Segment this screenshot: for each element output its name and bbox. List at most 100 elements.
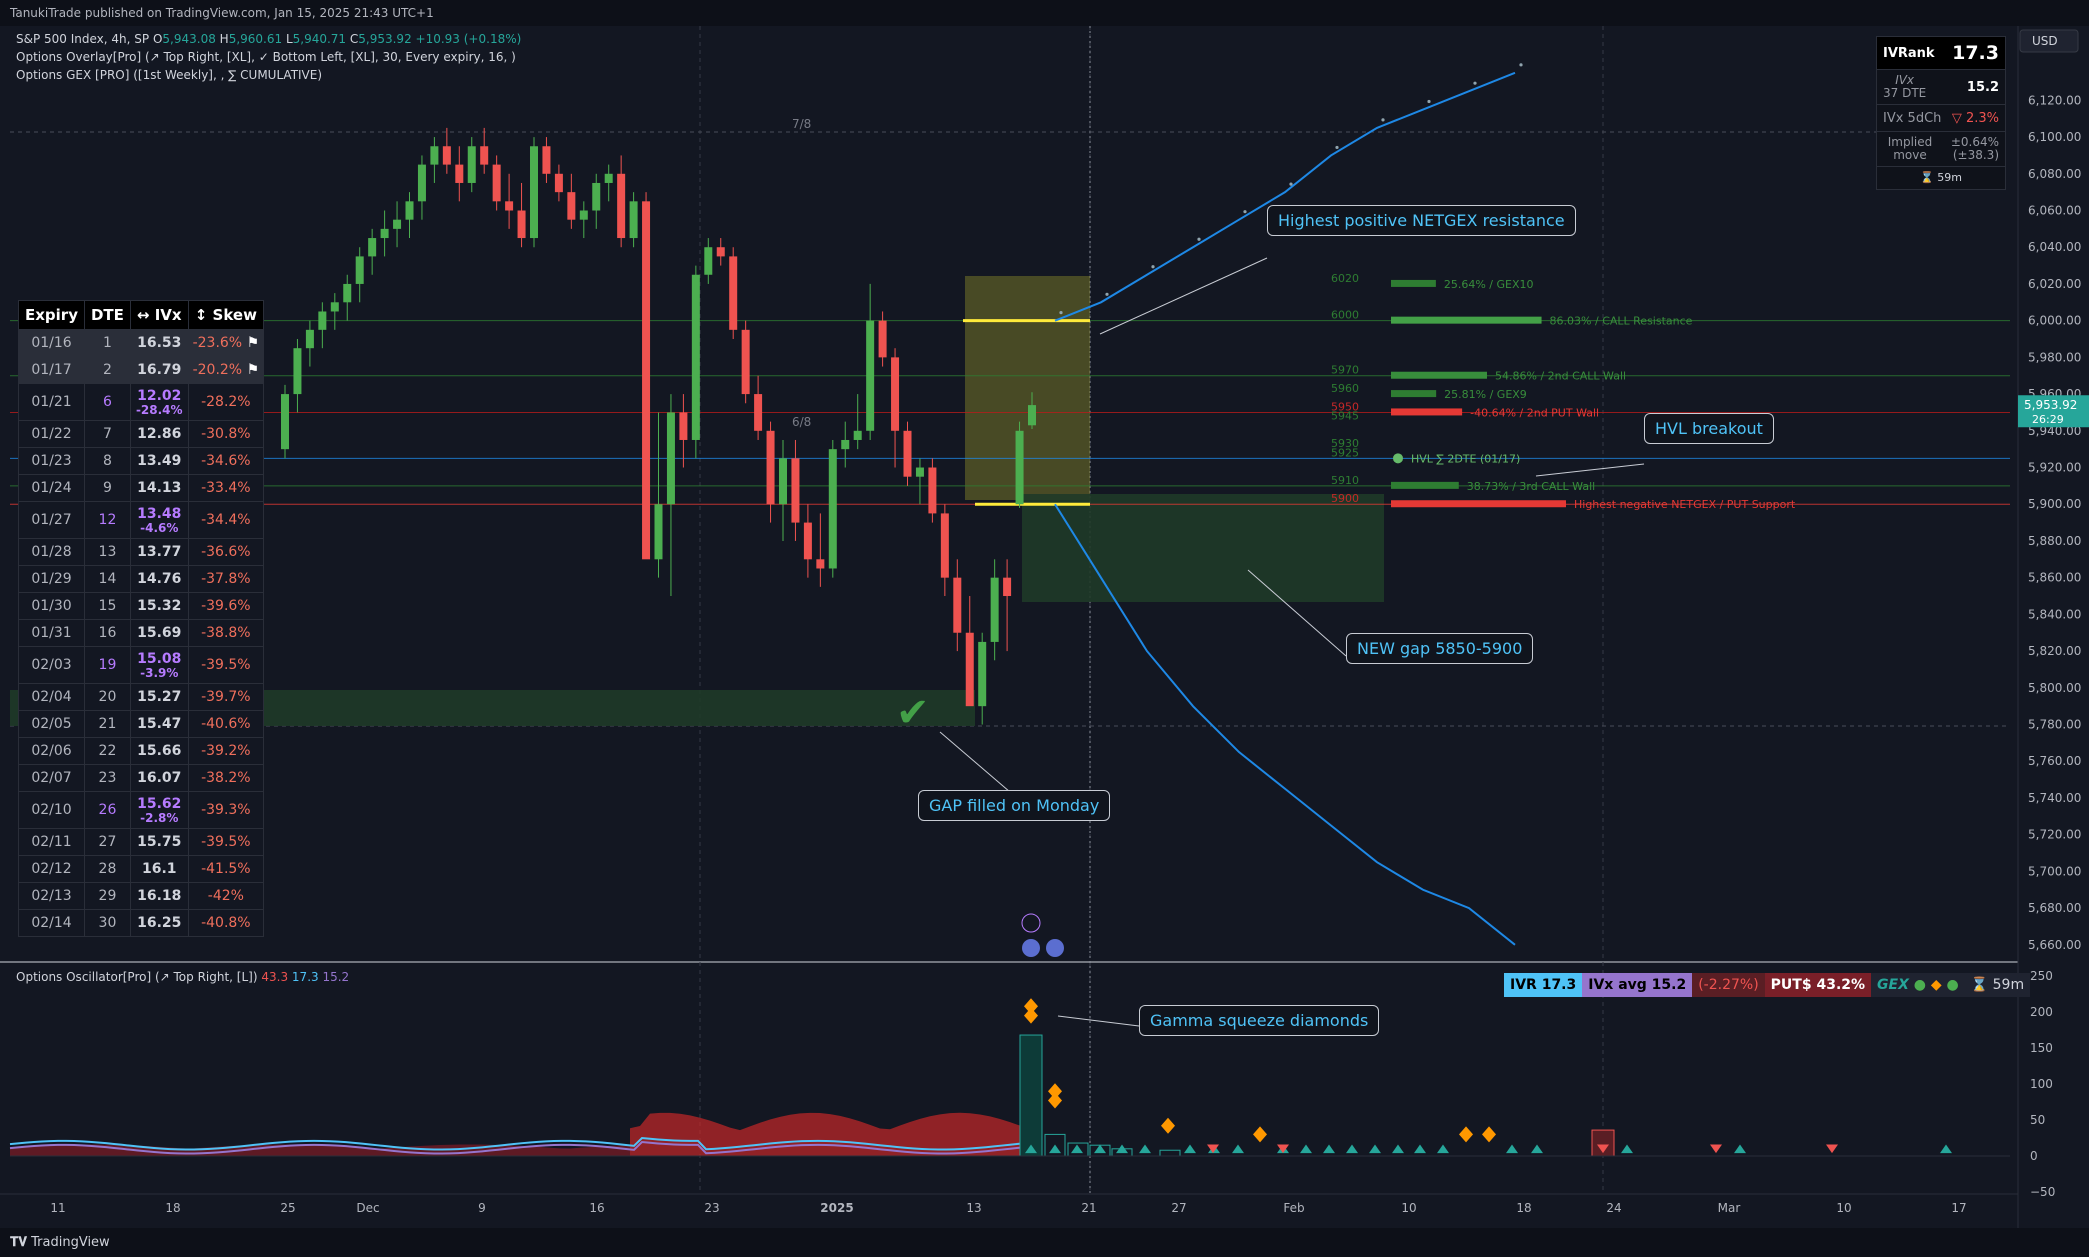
time-tick-label: 18 bbox=[165, 1201, 180, 1215]
implied-value: ±0.64% (±38.3) bbox=[1950, 135, 1999, 162]
callout-pointer bbox=[1057, 1015, 1140, 1027]
expiry-cell: 01/17 bbox=[18, 356, 85, 384]
candle-body bbox=[293, 348, 302, 395]
time-tick-label: 23 bbox=[704, 1201, 719, 1215]
gex-bar bbox=[1391, 390, 1437, 398]
check-icon: ✔ bbox=[896, 690, 930, 736]
time-tick-label: 24 bbox=[1606, 1201, 1621, 1215]
skew-cell: -39.6% bbox=[187, 592, 265, 620]
price-tick-label: 5,780.00 bbox=[2028, 718, 2081, 732]
expected-move-dot bbox=[1059, 311, 1063, 315]
dte-cell: 27 bbox=[83, 828, 131, 856]
osc-val-3: 15.2 bbox=[322, 970, 350, 984]
skew-cell: -36.6% bbox=[187, 538, 265, 566]
expected-move-dot bbox=[1381, 118, 1385, 122]
skew-value: -38.8% bbox=[201, 625, 251, 641]
gex-legend[interactable]: Options GEX [PRO] ([1st Weekly], , ∑ CUM… bbox=[16, 68, 322, 82]
overlay-legend[interactable]: Options Overlay[Pro] (↗ Top Right, [XL],… bbox=[16, 50, 516, 64]
osc-tick-label: 100 bbox=[2030, 1077, 2053, 1091]
gex-label: HVL ∑ 2DTE (01/17) bbox=[1411, 452, 1520, 465]
candle-body bbox=[741, 329, 750, 395]
skew-cell: -23.6% ⚑ bbox=[187, 329, 265, 357]
price-tick-label: 6,120.00 bbox=[2028, 93, 2081, 107]
gex-label: 86.03% / CALL Resistance bbox=[1550, 315, 1693, 328]
price-chart[interactable]: 7/86/86020 25.64% / GEX106000 86.03% / CAL… bbox=[0, 26, 2089, 1228]
skew-cell: -30.8% bbox=[187, 420, 265, 448]
skew-cell: -20.2% ⚑ bbox=[187, 356, 265, 384]
candle-body bbox=[430, 146, 439, 165]
price-tick-label: 5,740.00 bbox=[2028, 791, 2081, 805]
gex-bar bbox=[1391, 500, 1566, 508]
ivx-value: 15.66 bbox=[137, 743, 182, 759]
gex-label: 25.64% / GEX10 bbox=[1444, 278, 1534, 291]
expiry-row: 02/07 23 16.07 -38.2% bbox=[18, 764, 265, 792]
expiry-cell: 01/27 bbox=[18, 501, 85, 539]
triangle-down-icon bbox=[1826, 1144, 1838, 1154]
col-expiry: Expiry bbox=[18, 300, 85, 330]
ivx-value: 15.32 bbox=[137, 598, 182, 614]
time-tick-label: Feb bbox=[1283, 1201, 1304, 1215]
expiry-cell: 01/22 bbox=[18, 420, 85, 448]
ivx-value: 16.25 bbox=[137, 915, 182, 931]
gex-bar bbox=[1391, 481, 1459, 489]
time-tick-label: 9 bbox=[478, 1201, 486, 1215]
footer-brand[interactable]: TradingView bbox=[31, 1235, 110, 1250]
ivx-value: 14.76 bbox=[137, 571, 182, 587]
candle-body bbox=[455, 164, 464, 183]
dte-cell: 13 bbox=[83, 538, 131, 566]
skew-value: -23.6% bbox=[192, 335, 243, 351]
grid-label-7-8: 7/8 bbox=[792, 117, 811, 131]
skew-value: -39.6% bbox=[201, 598, 251, 614]
osc-tick-label: 0 bbox=[2030, 1149, 2038, 1163]
hvl-dot-icon bbox=[1393, 453, 1403, 464]
expiry-row: 01/27 12 13.48 -4.6% -34.4% bbox=[18, 501, 265, 539]
oscillator-legend[interactable]: Options Oscillator[Pro] (↗ Top Right, [L… bbox=[16, 970, 349, 984]
skew-cell: -40.8% bbox=[187, 909, 265, 937]
ivx-change: -3.9% bbox=[140, 666, 179, 680]
skew-value: -20.2% bbox=[192, 362, 243, 378]
ivrank-label: IVRank bbox=[1883, 45, 1935, 61]
time-tick-label: 10 bbox=[1836, 1201, 1851, 1215]
candle-body bbox=[579, 210, 588, 220]
expiry-cell: 02/13 bbox=[18, 882, 85, 910]
price-tick-label: 6,080.00 bbox=[2028, 167, 2081, 181]
gex-label: -40.64% / 2nd PUT Wall bbox=[1470, 406, 1599, 419]
expiry-cell: 01/30 bbox=[18, 592, 85, 620]
close-value: 5,953.92 bbox=[358, 32, 412, 46]
candle-body bbox=[978, 641, 987, 707]
candle-body bbox=[343, 283, 352, 303]
candle-body bbox=[393, 219, 402, 229]
dte-cell: 21 bbox=[83, 710, 131, 738]
candle-body bbox=[716, 247, 725, 257]
dte-cell: 30 bbox=[83, 909, 131, 937]
triangle-up-icon bbox=[1940, 1144, 1952, 1154]
expiry-row: 01/17 2 16.79 -20.2% ⚑ bbox=[18, 356, 265, 384]
price-tick-label: 5,840.00 bbox=[2028, 607, 2081, 621]
expiry-cell: 01/29 bbox=[18, 565, 85, 593]
expiry-row: 01/31 16 15.69 -38.8% bbox=[18, 619, 265, 647]
time-tick-label: 21 bbox=[1081, 1201, 1096, 1215]
expected-move-dot bbox=[1519, 63, 1523, 67]
candle-body bbox=[629, 201, 638, 239]
ivx-value: 15.75 bbox=[137, 834, 182, 850]
candle-body bbox=[1015, 430, 1024, 505]
strike-label: 5960 bbox=[1331, 382, 1359, 395]
flag-us-icon bbox=[1046, 939, 1064, 957]
dte-cell: 20 bbox=[83, 683, 131, 711]
price-tick-label: 6,100.00 bbox=[2028, 130, 2081, 144]
triangle-up-icon bbox=[1300, 1144, 1312, 1154]
dte-cell: 28 bbox=[83, 855, 131, 883]
strike-label: 6020 bbox=[1331, 272, 1359, 285]
price-tick-label: 5,900.00 bbox=[2028, 497, 2081, 511]
candle-body bbox=[666, 412, 675, 505]
candle-body bbox=[928, 467, 937, 514]
badge-puts: PUT$ 43.2% bbox=[1764, 973, 1872, 997]
triangle-up-icon bbox=[1184, 1144, 1196, 1154]
strike-label: 5970 bbox=[1331, 364, 1359, 377]
skew-value: -39.2% bbox=[201, 743, 251, 759]
dte-cell: 15 bbox=[83, 592, 131, 620]
expiry-cell: 01/21 bbox=[18, 383, 85, 421]
high-value: 5,960.61 bbox=[228, 32, 283, 46]
candle-body bbox=[368, 238, 377, 257]
ivx-cell: 16.1 bbox=[129, 855, 189, 883]
